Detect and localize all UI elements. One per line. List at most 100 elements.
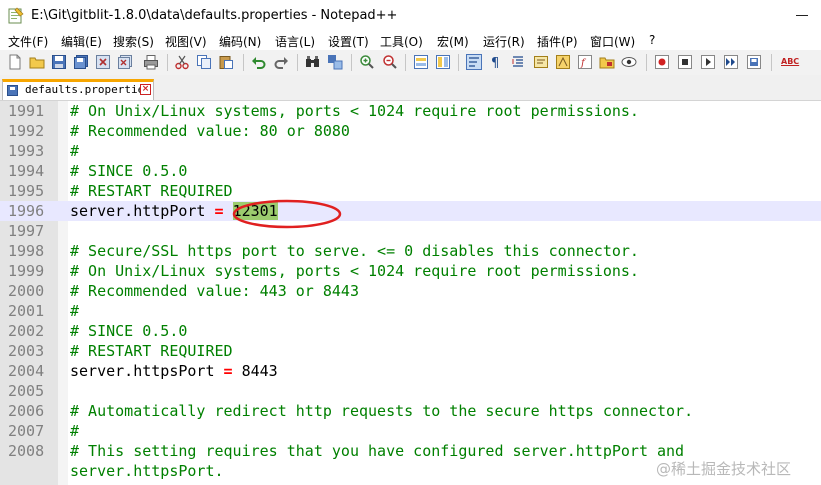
comment-text: # This setting requires that you have co… [70,442,685,460]
code-text: # [70,421,79,441]
menu-macro[interactable]: 宏(M) [437,33,469,50]
paste-icon[interactable] [218,54,234,70]
save-all-icon[interactable] [73,54,89,70]
editor-line[interactable]: 2002 # SINCE 0.5.0 [0,321,821,341]
toolbar-separator [458,54,459,71]
toolbar-separator [297,54,298,71]
menu-help[interactable]: ? [649,33,655,47]
monitoring-icon[interactable] [621,54,637,70]
editor-line[interactable]: 1996 server.httpPort = 12301 [0,201,821,221]
editor-line[interactable]: 1998 # Secure/SSL https port to serve. <=… [0,241,821,261]
show-all-chars-icon[interactable]: ¶ [488,54,504,70]
editor-area[interactable]: 1991 # On Unix/Linux systems, ports < 102… [0,101,821,485]
code-text: # RESTART REQUIRED [70,341,233,361]
spell-check-icon[interactable]: ABC [781,54,803,70]
comment-text: # SINCE 0.5.0 [70,162,188,180]
editor-line[interactable]: 2006 # Automatically redirect http reques… [0,401,821,421]
redo-icon[interactable] [273,54,289,70]
run-macro-multiple-icon[interactable] [723,54,739,70]
tab-defaults-properties[interactable]: defaults.properties × [2,79,154,100]
language-icon[interactable] [533,54,549,70]
line-number: 1992 [8,122,45,140]
print-icon[interactable] [143,54,159,70]
code-text: # [70,141,79,161]
line-number: 2002 [8,322,45,340]
line-number: 1997 [8,222,45,240]
save-macro-icon[interactable] [746,54,762,70]
cut-icon[interactable] [174,54,190,70]
menu-settings[interactable]: 设置(T) [328,33,369,50]
toolbar-separator [646,54,647,71]
menu-edit[interactable]: 编辑(E) [61,33,102,50]
copy-icon[interactable] [196,54,212,70]
folder-workspace-icon[interactable] [599,54,615,70]
close-all-icon[interactable] [117,54,133,70]
menu-file[interactable]: 文件(F) [8,33,48,50]
close-tab-icon[interactable]: × [140,84,151,95]
doc-map-icon[interactable] [555,54,571,70]
function-list-icon[interactable]: f [577,54,593,70]
find-icon[interactable] [305,54,321,70]
comment-text: # Recommended value: 443 or 8443 [70,282,359,300]
line-number: 1996 [8,202,45,220]
new-file-icon[interactable] [7,54,23,70]
editor-line[interactable]: 1999 # On Unix/Linux systems, ports < 102… [0,261,821,281]
line-number: 1994 [8,162,45,180]
line-number: 2005 [8,382,45,400]
code-text: # On Unix/Linux systems, ports < 1024 re… [70,261,639,281]
undo-icon[interactable] [251,54,267,70]
zoom-out-icon[interactable] [382,54,398,70]
menu-search[interactable]: 搜索(S) [113,33,154,50]
stop-macro-icon[interactable] [677,54,693,70]
editor-line[interactable]: 1993 # [0,141,821,161]
minimize-button[interactable] [796,15,808,16]
menu-view[interactable]: 视图(V) [165,33,207,50]
editor-line[interactable]: 1994 # SINCE 0.5.0 [0,161,821,181]
comment-text: # Automatically redirect http requests t… [70,402,694,420]
editor-line[interactable]: 2001 # [0,301,821,321]
code-text: # [70,301,79,321]
editor-line[interactable]: 2000 # Recommended value: 443 or 8443 [0,281,821,301]
word-wrap-icon[interactable] [466,54,482,70]
editor-line[interactable]: 1997 [0,221,821,241]
open-file-icon[interactable] [29,54,45,70]
zoom-in-icon[interactable] [359,54,375,70]
editor-line[interactable]: 1995 # RESTART REQUIRED [0,181,821,201]
editor-line[interactable]: 1992 # Recommended value: 80 or 8080 [0,121,821,141]
menu-bar: 文件(F) 编辑(E) 搜索(S) 视图(V) 编码(N) 语言(L) 设置(T… [0,32,821,50]
assignment-operator: = [223,362,233,380]
save-icon[interactable] [51,54,67,70]
code-text: server.httpsPort = 8443 [70,361,278,381]
code-text: server.httpsPort. [70,461,224,481]
close-icon[interactable] [95,54,111,70]
editor-line[interactable]: 2003 # RESTART REQUIRED [0,341,821,361]
line-number: 2003 [8,342,45,360]
menu-encoding[interactable]: 编码(N) [219,33,261,50]
line-number: 1995 [8,182,45,200]
sync-horizontal-icon[interactable] [435,54,451,70]
sync-vertical-icon[interactable] [413,54,429,70]
comment-text: # Recommended value: 80 or 8080 [70,122,350,140]
menu-tools[interactable]: 工具(O) [380,33,423,50]
line-number: 2001 [8,302,45,320]
replace-icon[interactable] [327,54,343,70]
line-number: 2000 [8,282,45,300]
menu-language[interactable]: 语言(L) [275,33,315,50]
comment-text: # Secure/SSL https port to serve. <= 0 d… [70,242,639,260]
menu-window[interactable]: 窗口(W) [590,33,635,50]
editor-line[interactable]: 1991 # On Unix/Linux systems, ports < 102… [0,101,821,121]
line-number: 2004 [8,362,45,380]
editor-line[interactable]: 2007 # [0,421,821,441]
record-macro-icon[interactable] [654,54,670,70]
window-title: E:\Git\gitblit-1.8.0\data\defaults.prope… [31,8,398,23]
comment-text: # [70,142,80,160]
indent-guide-icon[interactable] [510,54,526,70]
play-macro-icon[interactable] [700,54,716,70]
line-number: 2006 [8,402,45,420]
editor-line[interactable]: 2005 [0,381,821,401]
toolbar-separator [243,54,244,71]
editor-line[interactable]: 2004 server.httpsPort = 8443 [0,361,821,381]
menu-run[interactable]: 运行(R) [483,33,525,50]
code-text: # SINCE 0.5.0 [70,321,187,341]
menu-plugins[interactable]: 插件(P) [537,33,578,50]
